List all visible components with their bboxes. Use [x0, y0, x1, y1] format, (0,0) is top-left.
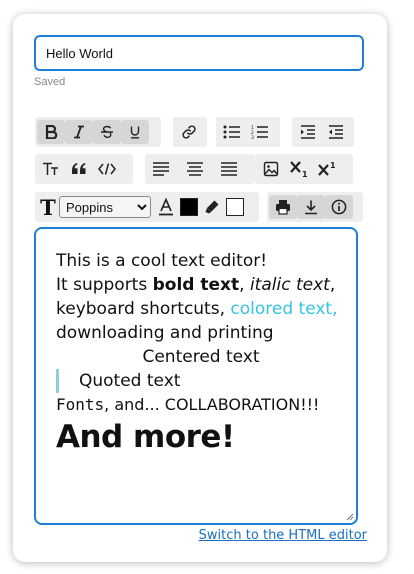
align-group [145, 154, 255, 184]
insert-group: 1 1 [255, 154, 353, 184]
align-justify-icon [221, 162, 237, 176]
underline-button[interactable] [121, 120, 149, 144]
text-size-button[interactable] [37, 157, 65, 181]
print-icon [276, 200, 290, 215]
content-line: This is a cool text editor! [56, 251, 268, 271]
rich-text-editor[interactable]: This is a cool text editor! It supports … [34, 227, 358, 525]
title-input[interactable] [34, 35, 364, 71]
actions-group [267, 192, 363, 222]
bullet-list-button[interactable] [218, 120, 246, 144]
text-size-icon [43, 162, 58, 175]
svg-text:3: 3 [251, 135, 254, 139]
strikethrough-button[interactable] [93, 120, 121, 144]
image-button[interactable] [257, 157, 285, 181]
align-center-button[interactable] [181, 157, 209, 181]
info-button[interactable] [325, 195, 353, 219]
blockquote-button[interactable] [65, 157, 93, 181]
centered-text: Centered text [142, 347, 260, 367]
content-line: keyboard shortcuts, colored text, [56, 299, 338, 319]
indent-button[interactable] [294, 120, 322, 144]
strikethrough-icon [101, 125, 113, 139]
highlighter-icon [205, 200, 219, 214]
indent-group [292, 117, 354, 147]
info-icon [331, 199, 347, 215]
highlight-button[interactable] [201, 195, 223, 219]
link-group [173, 117, 207, 147]
link-button[interactable] [175, 120, 203, 144]
subscript-icon: 1 [290, 161, 308, 178]
italic-button[interactable] [65, 120, 93, 144]
italic-icon [74, 125, 84, 139]
block-group [35, 154, 133, 184]
subscript-button[interactable]: 1 [285, 157, 313, 181]
bold-icon [45, 125, 58, 139]
editor-card: Saved 123 [13, 14, 387, 562]
blockquote: Quoted text [56, 369, 346, 393]
font-family-select[interactable]: Poppins [59, 196, 151, 218]
download-icon [305, 200, 317, 215]
underline-icon [130, 126, 140, 139]
numbered-list-icon: 123 [251, 125, 268, 139]
code-button[interactable] [93, 157, 121, 181]
svg-text:1: 1 [330, 161, 336, 170]
link-icon [182, 125, 196, 139]
align-left-icon [153, 162, 169, 176]
superscript-button[interactable]: 1 [313, 157, 341, 181]
numbered-list-button[interactable]: 123 [246, 120, 274, 144]
outdent-icon [329, 125, 343, 139]
text-color-icon [159, 198, 173, 216]
font-group: T Poppins [35, 192, 259, 222]
and-more-heading: And more! [56, 419, 235, 455]
editor-content[interactable]: This is a cool text editor! It supports … [56, 249, 346, 457]
content-line: downloading and printing [56, 323, 274, 343]
text-color-swatch-fill [180, 198, 198, 216]
colored-sample: colored text, [230, 299, 338, 319]
image-icon [263, 161, 279, 177]
list-group: 123 [216, 117, 280, 147]
font-icon: T [40, 194, 56, 220]
fonts-line: Fonts, and... COLLABORATION!!! [56, 395, 320, 414]
resize-handle-icon[interactable] [346, 513, 354, 521]
format-group [35, 117, 161, 147]
save-status: Saved [34, 76, 66, 88]
align-justify-button[interactable] [215, 157, 243, 181]
highlight-color-swatch[interactable] [223, 195, 247, 219]
bullet-list-icon [223, 125, 240, 139]
superscript-icon: 1 [318, 161, 336, 176]
fonts-word: Fonts [56, 395, 105, 414]
indent-icon [301, 125, 315, 139]
align-left-button[interactable] [147, 157, 175, 181]
align-center-icon [187, 162, 203, 176]
bold-button[interactable] [37, 120, 65, 144]
download-button[interactable] [297, 195, 325, 219]
svg-text:1: 1 [302, 170, 308, 178]
print-button[interactable] [269, 195, 297, 219]
code-icon [98, 163, 116, 175]
switch-to-html-link[interactable]: Switch to the HTML editor [199, 528, 367, 543]
bold-sample: bold text [152, 275, 240, 295]
outdent-button[interactable] [322, 120, 350, 144]
text-color-button[interactable] [155, 195, 177, 219]
highlight-color-swatch-fill [226, 198, 244, 216]
quote-icon [72, 163, 86, 174]
italic-sample: italic text [249, 275, 330, 295]
text-color-swatch[interactable] [177, 195, 201, 219]
content-line: It supports bold text, italic text, [56, 275, 336, 295]
